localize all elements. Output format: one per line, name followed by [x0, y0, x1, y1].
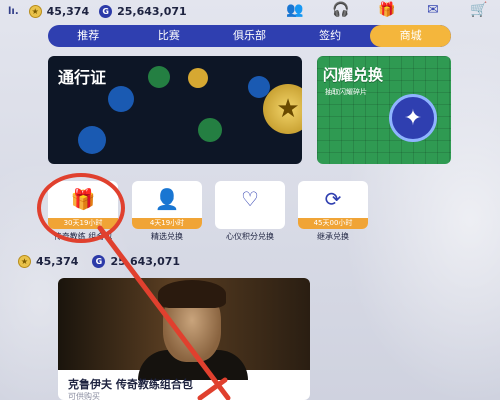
inheritance-exchange-card[interactable]: ⟳ 45天00小时 [298, 181, 368, 229]
friends-icon[interactable]: 👥 [286, 2, 304, 18]
card-label: 精选兑换 [151, 232, 183, 241]
pack-name: 克鲁伊夫 传奇教练组合包 [68, 378, 193, 391]
secondary-currency-bar: ★ 45,374 G 25,643,071 [0, 252, 500, 270]
star-coin-icon: ★ [28, 4, 42, 18]
g-coin-icon: G [92, 254, 106, 268]
flash-title: 闪耀兑换 [323, 66, 384, 84]
gem-amount: 25,643,071 [117, 4, 187, 18]
card-timer: 45天00小时 [298, 218, 368, 229]
gold-star-coin-icon: ★ [263, 84, 302, 134]
coach-photo [58, 278, 310, 380]
tab-recommend[interactable]: 推荐 [48, 25, 129, 47]
coin-balance: ★ 45,374 [18, 254, 79, 268]
coin-decoration [78, 126, 106, 154]
star-coin-icon: ★ [18, 254, 31, 268]
cart-icon[interactable]: 🛒 [470, 2, 488, 18]
g-coin-icon: G [99, 4, 113, 18]
mail-icon[interactable]: ✉ [424, 2, 442, 18]
season-pass-banner[interactable]: ★ 通行证 [48, 56, 302, 164]
headset-icon[interactable]: 🎧 [332, 2, 350, 18]
exchange-person-icon: 👤 [154, 187, 180, 211]
gem-balance: G 25,643,071 [99, 4, 187, 18]
pass-title: 通行证 [58, 68, 107, 87]
refresh-icon: ⟳ [324, 187, 342, 211]
coin-decoration [148, 66, 170, 88]
signal-icon: lı. [8, 5, 19, 17]
coin-decoration [108, 86, 134, 112]
favor-points-exchange-card[interactable]: ♡ [215, 181, 285, 229]
card-label: 心仪积分兑换 [226, 232, 274, 241]
tab-store[interactable]: 商城 [370, 25, 451, 47]
featured-exchange-card[interactable]: 👤 4天19小时 [132, 181, 202, 229]
tab-match[interactable]: 比赛 [129, 25, 210, 47]
tab-club[interactable]: 俱乐部 [209, 25, 290, 47]
gift-icon[interactable]: 🎁 [378, 2, 396, 18]
coin-decoration [198, 118, 222, 142]
main-tabs: 推荐 比赛 俱乐部 签约 商城 [48, 25, 451, 47]
hair-shape [158, 280, 226, 308]
coin-decoration [188, 68, 208, 88]
gem-amount: 25,643,071 [110, 254, 181, 268]
coin-amount: 45,374 [36, 254, 79, 268]
flash-exchange-banner[interactable]: ✦ 闪耀兑换 抽取闪耀碎片 [317, 56, 451, 164]
card-label: 继承兑换 [317, 232, 349, 241]
flash-subtitle: 抽取闪耀碎片 [325, 88, 367, 96]
gem-balance: G 25,643,071 [92, 254, 181, 268]
tab-sign[interactable]: 签约 [290, 25, 371, 47]
coin-balance: ★ 45,374 [28, 4, 90, 18]
annotation-circle [37, 173, 125, 243]
card-timer: 4天19小时 [132, 218, 202, 229]
heart-icon: ♡ [241, 187, 259, 211]
pack-description: 可供购买 [68, 392, 100, 400]
top-icons: 👥 🎧 🎁 ✉ 🛒 [286, 2, 488, 18]
coin-amount: 45,374 [46, 4, 90, 18]
puzzle-icon: ✦ [389, 94, 437, 142]
featured-pack-card[interactable]: 克鲁伊夫 传奇教练组合包 可供购买 [58, 278, 310, 400]
